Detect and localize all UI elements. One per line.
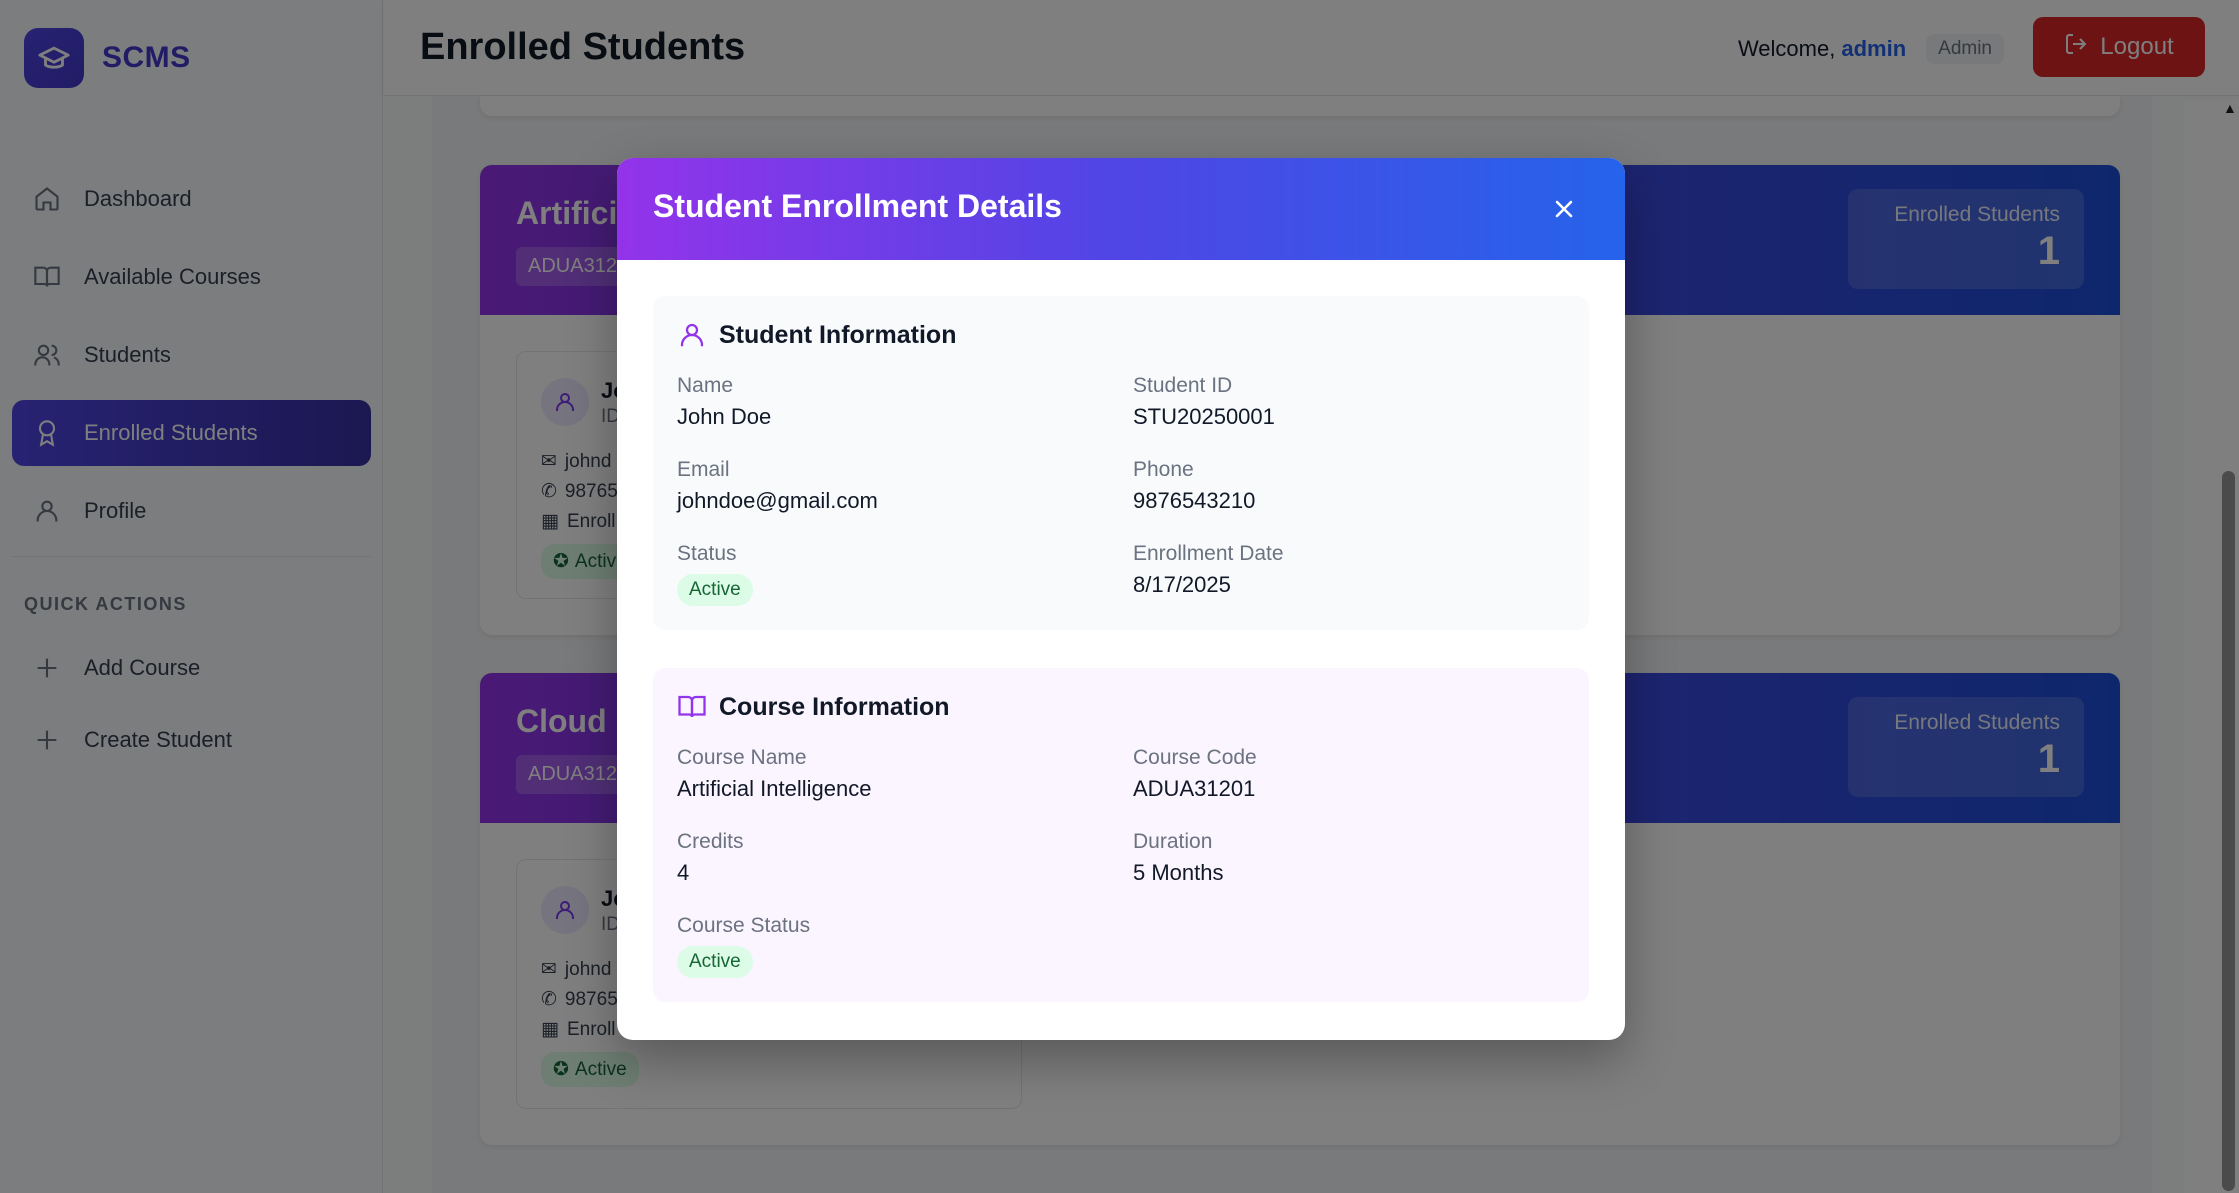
student-id-field: Student ID STU20250001	[1133, 374, 1553, 430]
course-name-field: Course Name Artificial Intelligence	[677, 746, 1097, 802]
scroll-up-arrow-icon[interactable]: ▲	[2223, 100, 2237, 116]
modal-title: Student Enrollment Details	[653, 188, 1062, 224]
user-icon	[680, 323, 704, 347]
status-badge: Active	[677, 574, 753, 606]
section-title: Student Information	[719, 320, 957, 349]
credits-field: Credits 4	[677, 830, 1097, 886]
field-value: 4	[677, 860, 690, 885]
course-information-heading: Course Information	[677, 692, 950, 722]
student-information-heading: Student Information	[677, 320, 956, 350]
enrollment-details-modal: Student Enrollment Details Student Infor…	[617, 158, 1625, 1040]
book-open-icon	[678, 695, 706, 718]
field-value: STU20250001	[1133, 404, 1275, 429]
field-label: Name	[677, 374, 734, 397]
close-button[interactable]	[1547, 192, 1581, 226]
field-label: Student ID	[1133, 374, 1233, 397]
course-information-panel: Course Information Course Name Artificia…	[653, 668, 1589, 1002]
student-information-panel: Student Information Name John Doe Studen…	[653, 296, 1589, 630]
page-scrollbar[interactable]: ▲	[2218, 96, 2239, 1193]
field-label: Course Name	[677, 746, 807, 769]
status-badge: Active	[677, 946, 753, 978]
status-field: Status Active	[677, 542, 1097, 606]
field-value: 9876543210	[1133, 488, 1256, 513]
field-label: Email	[677, 458, 730, 481]
field-label: Course Code	[1133, 746, 1257, 769]
course-code-field: Course Code ADUA31201	[1133, 746, 1553, 802]
close-icon	[1555, 200, 1573, 218]
phone-field: Phone 9876543210	[1133, 458, 1553, 514]
field-value: Artificial Intelligence	[677, 776, 872, 801]
field-label: Duration	[1133, 830, 1213, 853]
field-value: 5 Months	[1133, 860, 1224, 885]
field-value: 8/17/2025	[1133, 572, 1231, 597]
field-value: ADUA31201	[1133, 776, 1256, 801]
field-label: Course Status	[677, 914, 811, 937]
field-label: Enrollment Date	[1133, 542, 1284, 565]
name-field: Name John Doe	[677, 374, 1097, 430]
email-field: Email johndoe@gmail.com	[677, 458, 1097, 514]
field-value: johndoe@gmail.com	[677, 488, 878, 513]
enrollment-date-field: Enrollment Date 8/17/2025	[1133, 542, 1553, 598]
field-value: John Doe	[677, 404, 772, 429]
duration-field: Duration 5 Months	[1133, 830, 1553, 886]
field-label: Status	[677, 542, 737, 565]
section-title: Course Information	[719, 692, 950, 721]
field-label: Phone	[1133, 458, 1194, 481]
modal-header: Student Enrollment Details	[617, 158, 1625, 260]
course-status-field: Course Status Active	[677, 914, 1097, 978]
app: SCMS Dashboard Available Courses Student…	[0, 0, 2239, 1193]
scroll-thumb[interactable]	[2222, 471, 2235, 1191]
field-label: Credits	[677, 830, 744, 853]
